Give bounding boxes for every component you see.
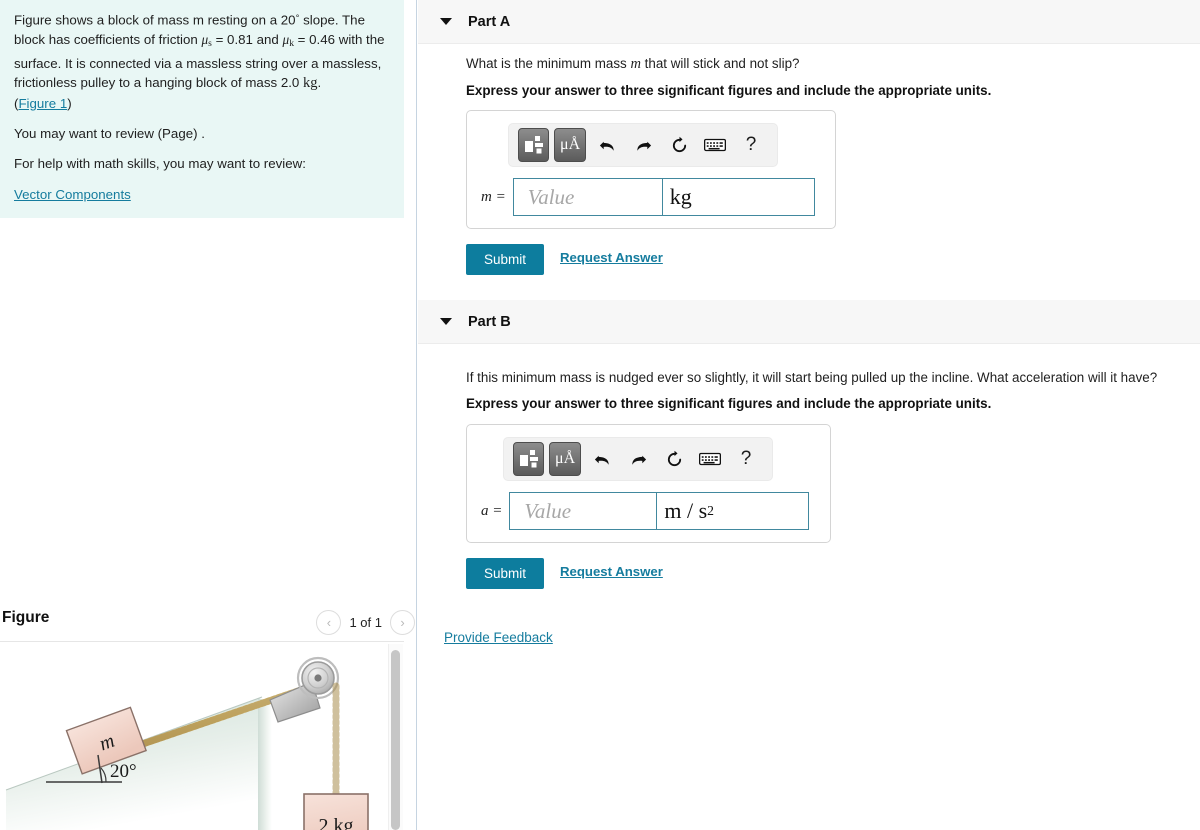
part-b-toolbar: μÅ ? <box>503 437 773 481</box>
part-b-header[interactable]: Part B <box>418 300 1200 344</box>
part-a-label: Part A <box>468 13 511 30</box>
part-b-input-row: a = Value m / s2 <box>481 492 810 530</box>
math-skills-text: For help with math skills, you may want … <box>14 156 306 171</box>
hanging-block-label: 2 kg <box>319 815 354 830</box>
part-a-value-placeholder: Value <box>527 184 575 209</box>
mu-s-value: = 0.81 and <box>211 32 283 48</box>
part-b-value-input[interactable]: Value <box>509 492 658 530</box>
problem-text-segment-1: Figure shows a block of mass m resting o… <box>14 12 296 28</box>
part-b-submit-button[interactable]: Submit <box>466 558 545 589</box>
vector-components-link-wrap: Vector Components <box>14 187 131 202</box>
units-icon-label: μÅ <box>560 136 581 153</box>
keyboard-icon[interactable] <box>698 129 732 161</box>
part-b-label: Part B <box>468 313 511 330</box>
sentence-period: . <box>317 75 322 91</box>
part-b-instruction: Express your answer to three significant… <box>466 396 992 411</box>
template-icon[interactable] <box>518 128 550 162</box>
part-b-question: If this minimum mass is nudged ever so s… <box>466 369 1200 387</box>
part-a-question: What is the minimum mass m that will sti… <box>466 55 1166 73</box>
part-a-variable-label: m = <box>481 188 506 205</box>
part-b-variable-label: a = <box>481 502 503 519</box>
problem-statement-text: Figure shows a block of mass m resting o… <box>14 9 392 113</box>
figure-1-link[interactable]: Figure 1 <box>18 96 67 111</box>
part-a-toolbar: μÅ ? <box>508 123 778 167</box>
part-a-input-row: m = Value kg <box>481 178 815 216</box>
redo-icon[interactable] <box>622 443 656 475</box>
paren-close: ) <box>67 95 72 111</box>
figure-navigation: ‹ 1 of 1 › <box>316 610 415 635</box>
kg-unit-text: kg <box>303 75 318 92</box>
units-icon[interactable]: μÅ <box>554 128 586 162</box>
part-a-question-post: that will stick and not slip? <box>640 56 800 71</box>
part-b-unit-input[interactable]: m / s2 <box>657 492 810 530</box>
part-a-question-var: m <box>630 56 641 72</box>
units-icon[interactable]: μÅ <box>549 442 581 476</box>
reset-icon[interactable] <box>662 129 696 161</box>
reset-icon[interactable] <box>657 443 691 475</box>
part-b-question-pre: If this minimum mass is nudged ever so s… <box>466 370 1158 385</box>
part-a-header[interactable]: Part A <box>418 0 1200 44</box>
problem-statement-panel: Figure shows a block of mass m resting o… <box>0 0 404 218</box>
figure-prev-button[interactable]: ‹ <box>316 610 342 635</box>
figure-counter: 1 of 1 <box>349 615 382 630</box>
vector-components-link[interactable]: Vector Components <box>14 187 131 202</box>
part-a-submit-button[interactable]: Submit <box>466 244 545 275</box>
figure-scrollbar-thumb[interactable] <box>391 650 400 830</box>
part-a-instruction: Express your answer to three significant… <box>466 83 992 98</box>
keyboard-icon[interactable] <box>693 443 727 475</box>
part-b-unit-exponent: 2 <box>707 503 714 518</box>
figure-image: m 20° 2 kg <box>0 642 389 830</box>
provide-feedback-link[interactable]: Provide Feedback <box>444 630 553 645</box>
redo-icon[interactable] <box>627 129 661 161</box>
review-page-text: You may want to review (Page) . <box>14 126 205 141</box>
part-b-request-answer-link[interactable]: Request Answer <box>560 564 663 579</box>
chevron-down-icon[interactable] <box>440 318 452 325</box>
help-icon[interactable]: ? <box>729 443 763 475</box>
undo-icon[interactable] <box>586 443 620 475</box>
part-a-unit-base: kg <box>669 184 692 209</box>
units-icon-label: μÅ <box>555 450 576 467</box>
incline-pulley-diagram: m 20° 2 kg <box>5 656 369 830</box>
part-b-answer-box: μÅ ? a = Value m / s 2 <box>466 424 831 543</box>
figure-section-title: Figure <box>2 609 50 626</box>
part-a-unit-input[interactable]: kg <box>662 178 815 216</box>
undo-icon[interactable] <box>591 129 625 161</box>
part-a-value-input[interactable]: Value <box>512 178 663 216</box>
chevron-down-icon[interactable] <box>440 18 452 25</box>
template-icon[interactable] <box>513 442 545 476</box>
part-a-request-answer-link[interactable]: Request Answer <box>560 250 663 265</box>
svg-text:20°: 20° <box>110 761 137 782</box>
figure-next-button[interactable]: › <box>390 610 415 635</box>
help-icon[interactable]: ? <box>734 129 768 161</box>
left-column: Figure shows a block of mass m resting o… <box>0 0 417 830</box>
part-a-answer-box: μÅ ? m = Value kg <box>466 110 836 229</box>
right-column: Part A What is the minimum mass m that w… <box>418 0 1200 830</box>
figure-reference-line: (Figure 1) <box>14 94 392 114</box>
part-b-unit-base: m / s <box>664 498 708 523</box>
part-b-value-placeholder: Value <box>524 498 572 523</box>
part-a-question-pre: What is the minimum mass <box>466 56 631 71</box>
